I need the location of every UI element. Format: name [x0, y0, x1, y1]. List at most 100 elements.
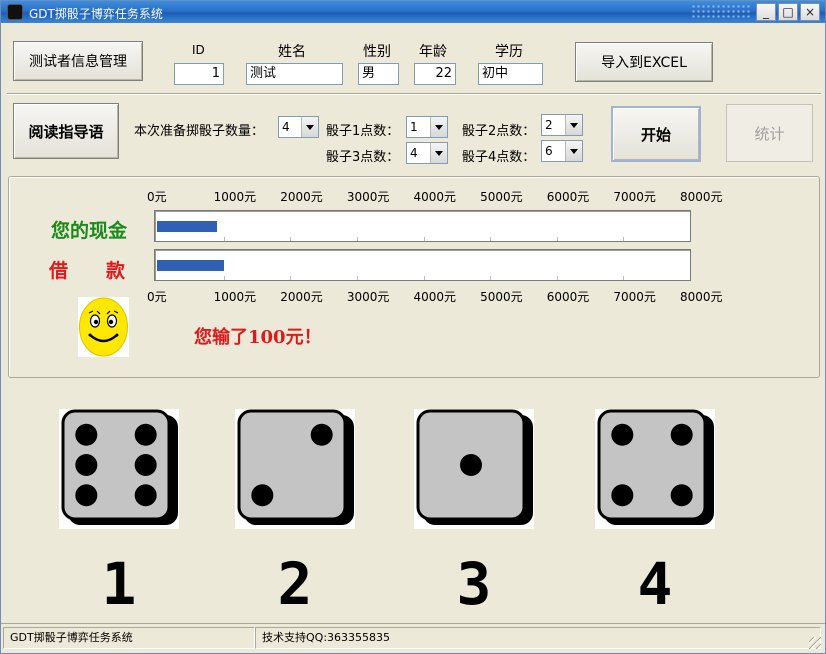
gender-field[interactable]: 男 [358, 63, 399, 85]
scale-tick-label: 0元 [147, 290, 167, 304]
education-field[interactable]: 初中 [478, 63, 543, 85]
die1-label: 骰子1点数： [326, 124, 400, 139]
die-pip [134, 484, 157, 507]
die-4-number: 4 [637, 550, 673, 618]
die4-value: 6 [545, 144, 553, 158]
scale-tick-label: 4000元 [413, 290, 457, 304]
die-3-number: 3 [456, 550, 492, 618]
bar-tick [623, 237, 625, 241]
die4-select[interactable]: 6 [541, 140, 583, 162]
chevron-down-icon[interactable] [301, 117, 318, 137]
chevron-down-icon[interactable] [430, 117, 447, 137]
maximize-button[interactable]: □ [778, 3, 798, 21]
bar-tick [423, 276, 425, 280]
scale-tick-label: 2000元 [280, 290, 323, 304]
cash-label: 您的现金 [51, 220, 128, 242]
scale-tick-label: 1000元 [213, 290, 257, 304]
bar-tick [356, 276, 358, 280]
loan-bar-fill [157, 260, 224, 271]
die-4-face [595, 409, 715, 529]
resize-grip[interactable] [809, 637, 821, 649]
export-excel-button[interactable]: 导入到EXCEL [575, 42, 713, 82]
read-guide-button[interactable]: 阅读指导语 [13, 103, 119, 159]
scale-tick-label: 6000元 [546, 190, 590, 204]
loan-bar [154, 249, 691, 281]
close-button[interactable]: × [800, 3, 820, 21]
id-field[interactable]: 1 [174, 63, 224, 85]
scale-tick-label: 7000元 [613, 290, 656, 304]
die-pip [460, 454, 482, 476]
die-2-face [235, 409, 355, 529]
die3-value: 4 [410, 146, 418, 160]
die-pip [611, 423, 634, 446]
status-support: 技术支持QQ:363355835 [255, 627, 821, 649]
scale-tick-label: 8000元 [680, 190, 723, 204]
scale-tick-label: 3000元 [346, 190, 390, 204]
scale-tick-label: 6000元 [546, 290, 590, 304]
cash-bar [154, 210, 691, 242]
bar-tick [556, 237, 558, 241]
cash-bar-fill [157, 221, 217, 232]
die1-select[interactable]: 1 [406, 116, 448, 138]
divider [7, 93, 821, 95]
bar-tick [423, 237, 425, 241]
bar-tick [490, 276, 492, 280]
bar-tick [356, 237, 358, 241]
scale-tick-label: 5000元 [480, 190, 523, 204]
bar-tick [223, 276, 225, 280]
dice-count-select[interactable]: 4 [278, 116, 319, 138]
die3-label: 骰子3点数： [326, 150, 400, 165]
die4-label: 骰子4点数： [462, 150, 536, 165]
die-3-face [414, 409, 534, 529]
die-pip [75, 454, 98, 476]
title-bar[interactable]: GDT掷骰子博弈任务系统 _ □ × [1, 1, 825, 23]
die1-value: 1 [410, 120, 418, 134]
scale-tick-label: 4000元 [413, 190, 457, 204]
die-pip [134, 454, 157, 476]
age-field[interactable]: 22 [414, 63, 456, 85]
chevron-down-icon[interactable] [565, 141, 582, 161]
gender-label: 性别 [363, 44, 391, 60]
scale-tick-label: 7000元 [613, 190, 656, 204]
die-pip [75, 484, 98, 507]
die2-select[interactable]: 2 [541, 114, 583, 136]
main-window: GDT掷骰子博弈任务系统 _ □ × 测试者信息管理 ID 1 姓名 测试 性别… [0, 0, 826, 654]
stats-button[interactable]: 统计 [726, 104, 813, 162]
scale-tick-label: 3000元 [346, 290, 390, 304]
bar-tick [490, 237, 492, 241]
tester-info-button[interactable]: 测试者信息管理 [13, 41, 143, 81]
start-button[interactable]: 开始 [611, 106, 701, 162]
minimize-button[interactable]: _ [756, 3, 776, 21]
status-app-name: GDT掷骰子博弈任务系统 [3, 627, 255, 649]
die-pip [310, 423, 333, 446]
chevron-down-icon[interactable] [430, 143, 447, 163]
scale-tick-label: 1000元 [213, 190, 257, 204]
chevron-down-icon[interactable] [565, 115, 582, 135]
scale-tick-label: 5000元 [480, 290, 523, 304]
die-pip [670, 484, 693, 507]
age-label: 年龄 [419, 44, 447, 60]
die2-value: 2 [545, 118, 553, 132]
result-message: 您输了100元！ [194, 327, 322, 348]
dice-count-value: 4 [282, 120, 290, 134]
die3-select[interactable]: 4 [406, 142, 448, 164]
dice-count-label: 本次准备掷骰子数量： [134, 124, 265, 139]
window-title: GDT掷骰子博弈任务系统 [29, 7, 163, 21]
loan-label: 借 款 [49, 260, 126, 282]
die-pip [75, 423, 98, 446]
name-label: 姓名 [278, 44, 306, 60]
die-pip [134, 423, 157, 446]
bar-tick [556, 276, 558, 280]
bar-tick [623, 276, 625, 280]
die-pip [670, 423, 693, 446]
die-pip [251, 484, 274, 507]
id-label: ID [192, 43, 205, 57]
titlebar-decoration [691, 4, 751, 20]
smiley-face-icon [78, 297, 129, 357]
die-2-number: 2 [277, 550, 313, 618]
bar-tick [223, 237, 225, 241]
app-dice-icon [7, 4, 23, 20]
name-field[interactable]: 测试 [246, 63, 343, 85]
bar-tick [290, 276, 292, 280]
education-label: 学历 [495, 44, 523, 60]
